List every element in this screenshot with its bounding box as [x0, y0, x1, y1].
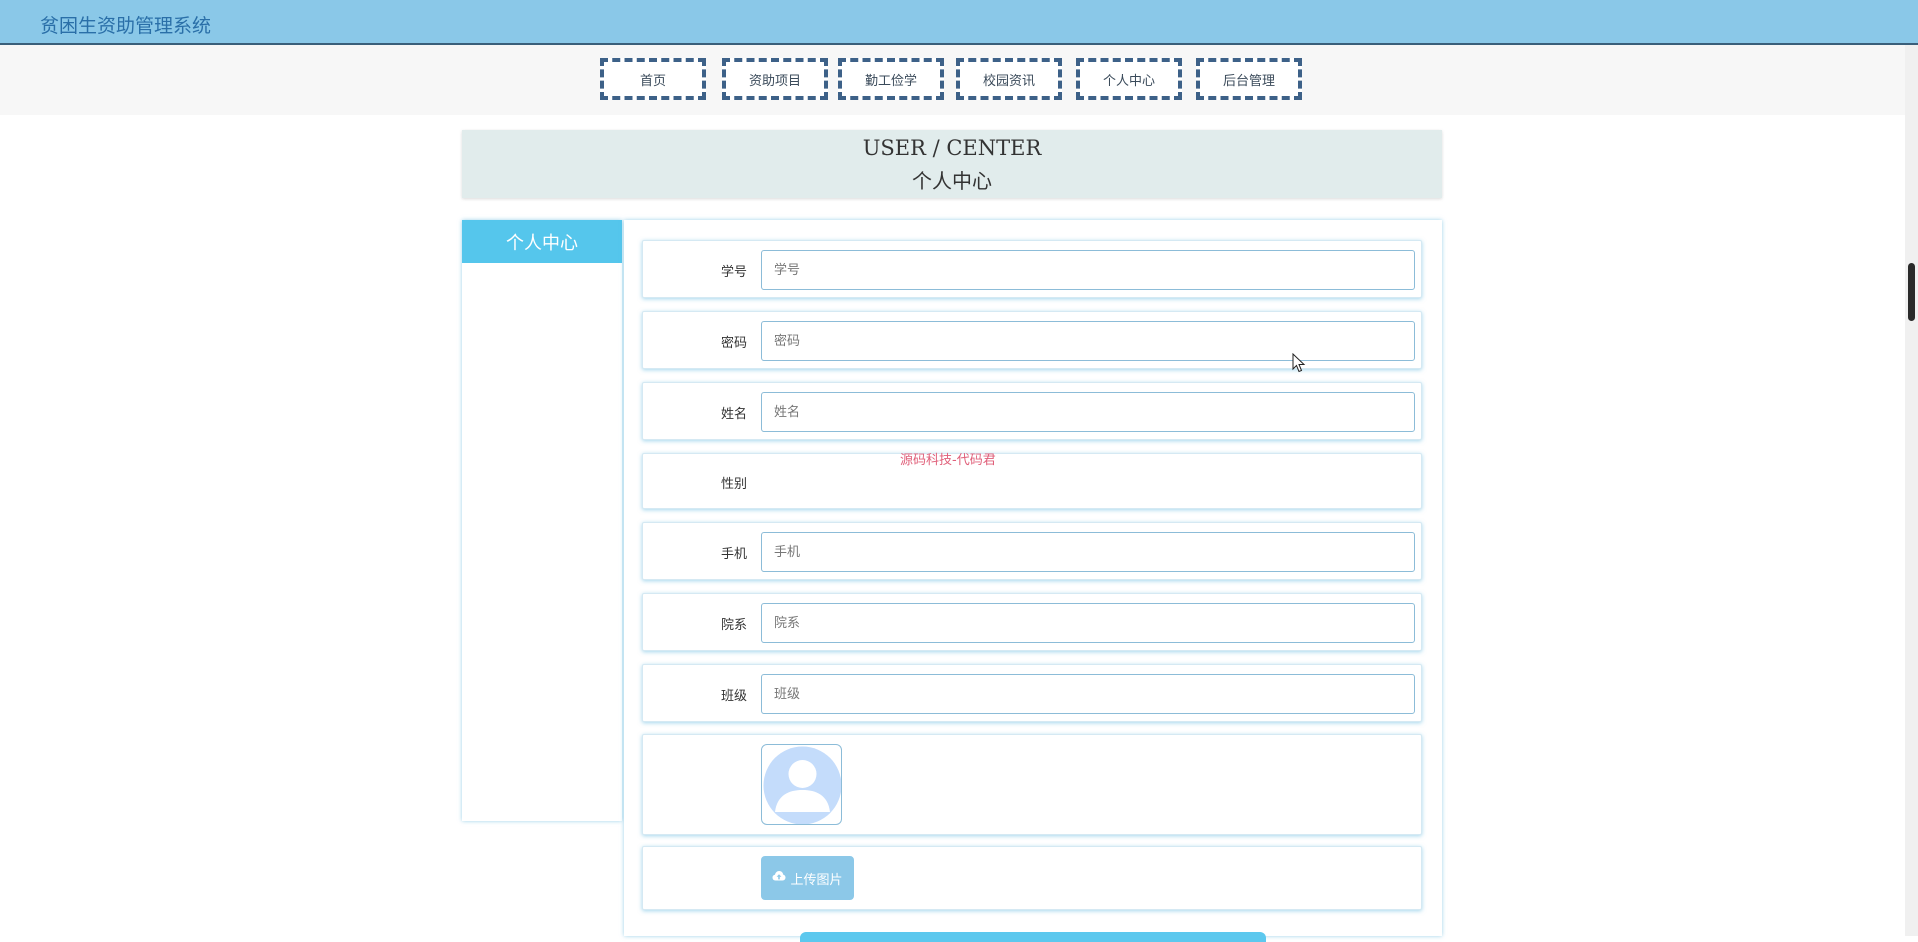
upload-image-label: 上传图片 — [790, 872, 843, 888]
nav-work-study[interactable]: 勤工俭学 — [838, 58, 944, 100]
nav-campus-news[interactable]: 校园资讯 — [956, 58, 1062, 100]
form-row-phone: 手机 — [642, 522, 1422, 580]
department-label: 院系 — [720, 618, 747, 633]
app-title: 贫困生资助管理系统 — [40, 15, 212, 37]
form-row-student-id: 学号 — [642, 240, 1422, 298]
cloud-upload-icon — [772, 870, 786, 886]
nav-admin[interactable]: 后台管理 — [1196, 58, 1302, 100]
name-label: 姓名 — [720, 407, 747, 422]
class-label: 班级 — [720, 689, 747, 704]
password-input[interactable] — [761, 321, 1415, 361]
department-input[interactable] — [761, 603, 1415, 643]
form-row-gender: 性别 — [642, 453, 1422, 509]
sidebar-item-user-center[interactable]: 个人中心 — [462, 220, 622, 263]
scrollbar-thumb[interactable] — [1908, 263, 1915, 321]
top-header: 贫困生资助管理系统 — [0, 0, 1918, 45]
nav-aid-projects[interactable]: 资助项目 — [722, 58, 828, 100]
banner-title-zh: 个人中心 — [912, 169, 992, 193]
form-row-class: 班级 — [642, 664, 1422, 722]
class-input[interactable] — [761, 674, 1415, 714]
form-row-department: 院系 — [642, 593, 1422, 651]
nav-user-center[interactable]: 个人中心 — [1076, 58, 1182, 100]
upload-image-button[interactable]: 上传图片 — [761, 856, 854, 900]
form-row-avatar — [642, 734, 1422, 835]
user-avatar-icon[interactable] — [761, 744, 842, 825]
page-banner: USER / CENTER 个人中心 — [462, 130, 1442, 198]
profile-form: 学号 密码 姓名 性别 手机 院系 班级 — [624, 220, 1442, 942]
phone-input[interactable] — [761, 532, 1415, 572]
page-scrollbar[interactable] — [1905, 45, 1918, 936]
student-id-label: 学号 — [720, 265, 747, 280]
password-label: 密码 — [720, 336, 747, 351]
submit-button[interactable] — [800, 932, 1266, 942]
mouse-pointer-icon — [1292, 353, 1306, 373]
watermark-text: 源码科技-代码君 — [900, 453, 996, 468]
phone-label: 手机 — [720, 547, 747, 562]
form-row-upload: 上传图片 — [642, 846, 1422, 910]
main-nav: 首页 资助项目 勤工俭学 校园资讯 个人中心 后台管理 — [0, 45, 1905, 115]
form-row-name: 姓名 — [642, 382, 1422, 440]
student-id-input[interactable] — [761, 250, 1415, 290]
gender-label: 性别 — [720, 477, 747, 492]
sidebar: 个人中心 — [462, 220, 622, 821]
nav-home[interactable]: 首页 — [600, 58, 706, 100]
banner-title-en: USER / CENTER — [862, 136, 1042, 160]
name-input[interactable] — [761, 392, 1415, 432]
